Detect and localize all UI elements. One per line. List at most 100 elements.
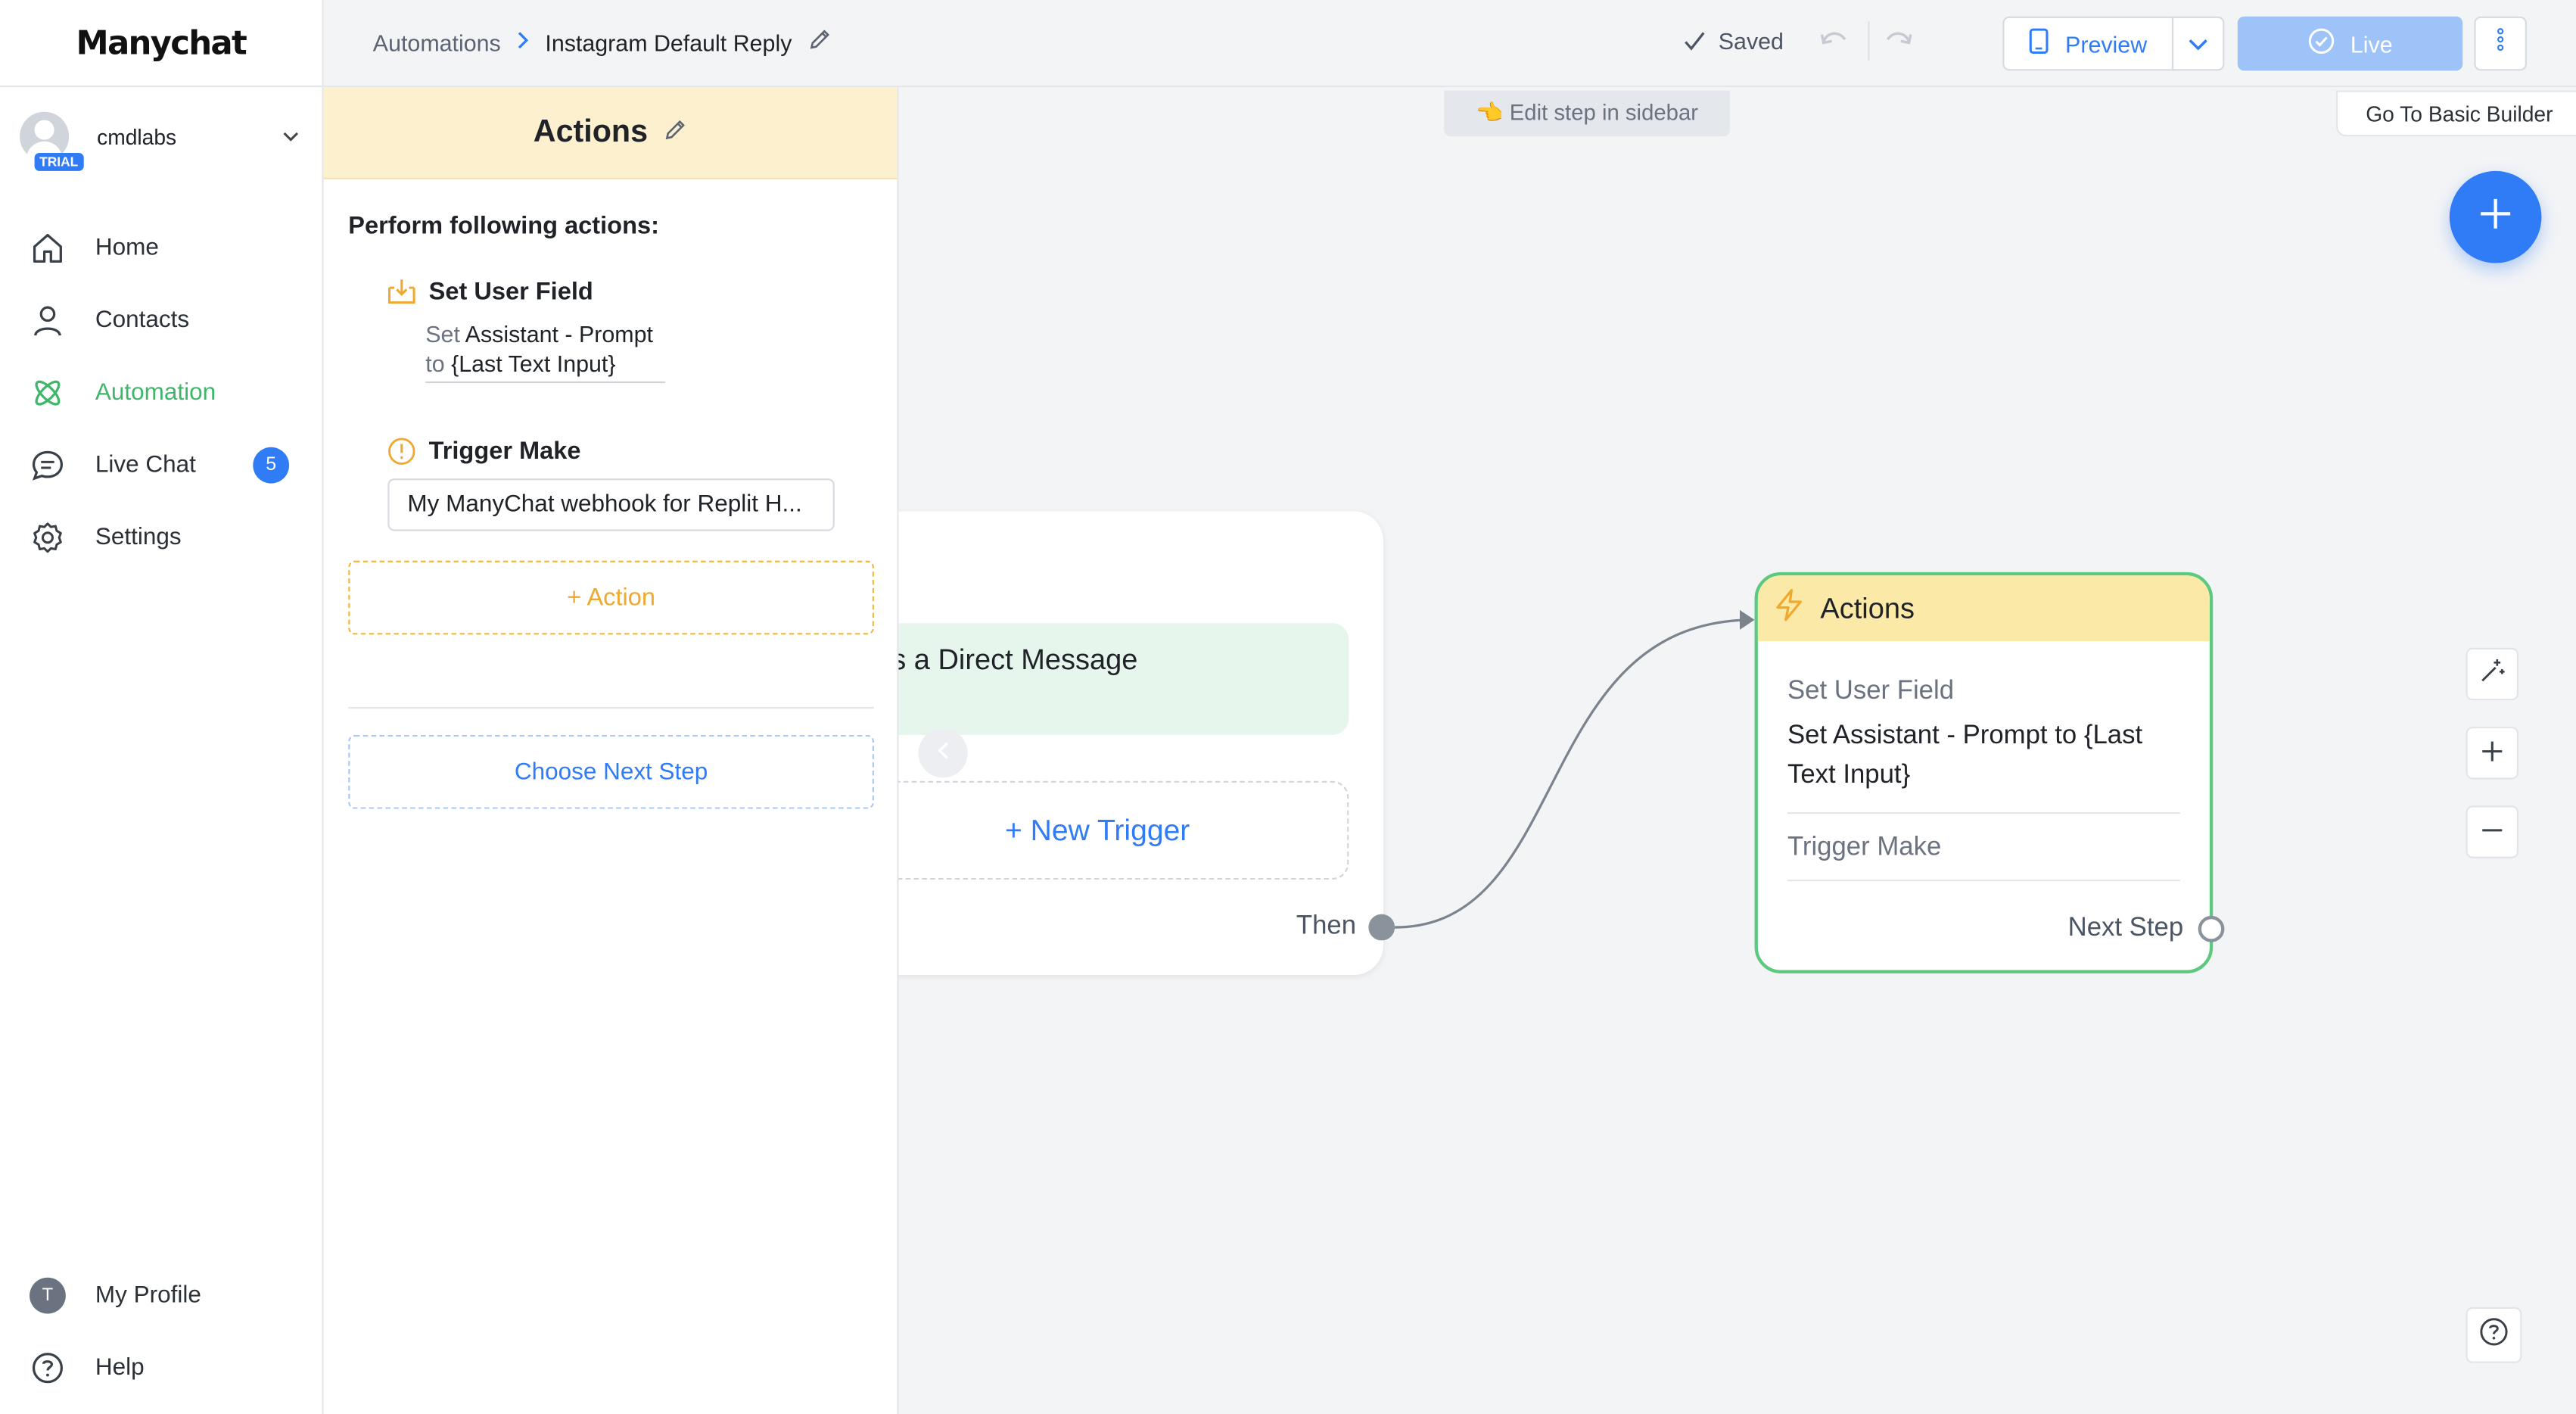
account-name: cmdlabs <box>97 123 177 149</box>
action-trigger-make[interactable]: Trigger Make <box>386 436 897 466</box>
more-vertical-icon <box>2497 28 2504 59</box>
action-name: Set User Field <box>428 276 593 305</box>
profile-avatar: T <box>30 1277 66 1314</box>
actions-node[interactable]: Actions Set User Field Set Assistant - P… <box>1754 572 2225 973</box>
add-step-button[interactable] <box>2449 170 2542 263</box>
nav-label: Home <box>95 235 159 262</box>
redo-icon[interactable] <box>1884 26 1914 58</box>
toolbar-divider <box>1868 21 1870 61</box>
trigger-card[interactable]: ds a Direct Message ly + New Trigger <box>816 511 1383 976</box>
nav-item-home[interactable]: Home <box>0 212 322 285</box>
download-icon <box>386 276 415 306</box>
home-icon <box>30 230 66 266</box>
field-name: Assistant - Prompt <box>465 320 653 347</box>
account-switcher[interactable]: TRIAL cmdlabs <box>0 87 322 185</box>
next-step-label: Next Step <box>2067 914 2184 942</box>
panel-divider <box>348 706 874 709</box>
check-icon <box>1684 31 1705 51</box>
nav-label: Live Chat <box>95 452 196 479</box>
add-action-button[interactable]: + Action <box>348 560 874 635</box>
nav-item-my-profile[interactable]: T My Profile <box>0 1260 322 1332</box>
then-label: Then <box>1296 912 1357 941</box>
live-button[interactable]: Live <box>2237 16 2463 71</box>
pencil-icon[interactable] <box>808 28 831 56</box>
plus-icon <box>2481 736 2503 771</box>
perform-actions-heading: Perform following actions: <box>348 212 659 241</box>
check-circle-icon <box>2307 28 2334 59</box>
undo-icon[interactable] <box>1818 26 1848 58</box>
node-action-set-user-field: Set User Field Set Assistant - Prompt to… <box>1787 641 2180 814</box>
live-chat-icon <box>30 447 66 484</box>
set-user-field-detail[interactable]: Set Assistant - Prompt to {Last Text Inp… <box>425 319 666 384</box>
plus-icon <box>2478 195 2514 239</box>
nav-label: Settings <box>95 524 182 551</box>
webhook-select[interactable]: My ManyChat webhook for Replit H... <box>387 478 835 531</box>
pencil-icon[interactable] <box>664 114 687 151</box>
chevron-down-icon <box>2189 29 2208 58</box>
panel-title: Actions <box>533 114 649 149</box>
nav-item-contacts[interactable]: Contacts <box>0 285 322 357</box>
preview-button[interactable]: Preview <box>2002 16 2174 71</box>
save-status: Saved <box>1684 28 1784 55</box>
actions-node-title: Actions <box>1820 590 1915 624</box>
go-to-basic-builder-button[interactable]: Go To Basic Builder <box>2336 90 2576 137</box>
trial-badge: TRIAL <box>34 153 83 171</box>
nav-item-settings[interactable]: Settings <box>0 501 322 574</box>
set-word: Set <box>425 320 460 347</box>
nav-item-help[interactable]: Help <box>0 1331 322 1404</box>
nav-item-automation[interactable]: Automation <box>0 357 322 429</box>
live-label: Live <box>2350 30 2393 57</box>
contacts-icon <box>30 303 66 339</box>
actions-node-header: Actions <box>1757 575 2210 642</box>
zoom-in-button[interactable] <box>2466 727 2519 780</box>
new-trigger-button[interactable]: + New Trigger <box>846 780 1349 880</box>
to-word: to <box>425 350 445 377</box>
canvas-help-button[interactable] <box>2466 1307 2522 1363</box>
then-connector-handle[interactable] <box>1368 914 1395 941</box>
help-icon <box>2479 1316 2509 1354</box>
left-navigation: Manychat TRIAL cmdlabs Home Contacts Aut… <box>0 0 324 1414</box>
lightning-icon <box>1775 588 1804 629</box>
node-action-detail: Set Assistant - Prompt to {Last Text Inp… <box>1787 721 2143 790</box>
breadcrumb: Automations Instagram Default Reply <box>373 28 832 56</box>
main-nav: Home Contacts Automation Live Chat 5 Set… <box>0 212 322 574</box>
node-action-name: Set User Field <box>1787 677 1955 705</box>
next-step-connector-handle[interactable] <box>2198 915 2225 942</box>
field-value: {Last Text Input} <box>451 350 616 377</box>
instagram-dm-trigger[interactable]: ds a Direct Message ly <box>846 623 1349 735</box>
magic-layout-button[interactable] <box>2466 647 2519 701</box>
automation-icon <box>30 375 66 411</box>
profile-initial: T <box>30 1277 66 1314</box>
nav-label: Automation <box>95 379 216 406</box>
collapse-sidebar-button[interactable] <box>918 728 968 778</box>
preview-options-button[interactable] <box>2171 16 2225 71</box>
node-action-trigger-make: Trigger Make <box>1787 814 2180 882</box>
nav-item-live-chat[interactable]: Live Chat 5 <box>0 429 322 502</box>
phone-icon <box>2029 28 2049 59</box>
nav-label: My Profile <box>95 1282 201 1309</box>
chevron-left-icon <box>937 738 949 768</box>
live-chat-count-badge: 5 <box>253 447 290 484</box>
chevron-down-icon <box>282 127 299 145</box>
manychat-logo[interactable]: Manychat <box>0 0 322 88</box>
more-options-button[interactable] <box>2474 16 2527 71</box>
breadcrumb-automations-link[interactable]: Automations <box>373 29 501 55</box>
zoom-out-button[interactable] <box>2466 805 2519 858</box>
automation-name: Instagram Default Reply <box>545 29 792 55</box>
magic-wand-icon <box>2479 657 2506 692</box>
save-status-text: Saved <box>1718 27 1784 55</box>
preview-label: Preview <box>2065 30 2148 57</box>
nav-label: Contacts <box>95 307 190 334</box>
choose-next-step-button[interactable]: Choose Next Step <box>348 734 874 809</box>
warning-circle-icon <box>386 436 415 466</box>
minus-icon <box>2481 814 2503 849</box>
top-bar: Automations Instagram Default Reply Save… <box>323 0 2576 88</box>
action-set-user-field[interactable]: Set User Field <box>386 276 897 306</box>
settings-icon <box>30 519 66 556</box>
nav-bottom: T My Profile Help <box>0 1260 322 1404</box>
trigger-title: ds a Direct Message <box>876 643 1138 676</box>
step-editor-panel: Actions Perform following actions: Set U… <box>323 87 899 1414</box>
panel-header: Actions <box>323 87 898 179</box>
chevron-right-icon <box>517 30 528 55</box>
nav-label: Help <box>95 1354 145 1381</box>
